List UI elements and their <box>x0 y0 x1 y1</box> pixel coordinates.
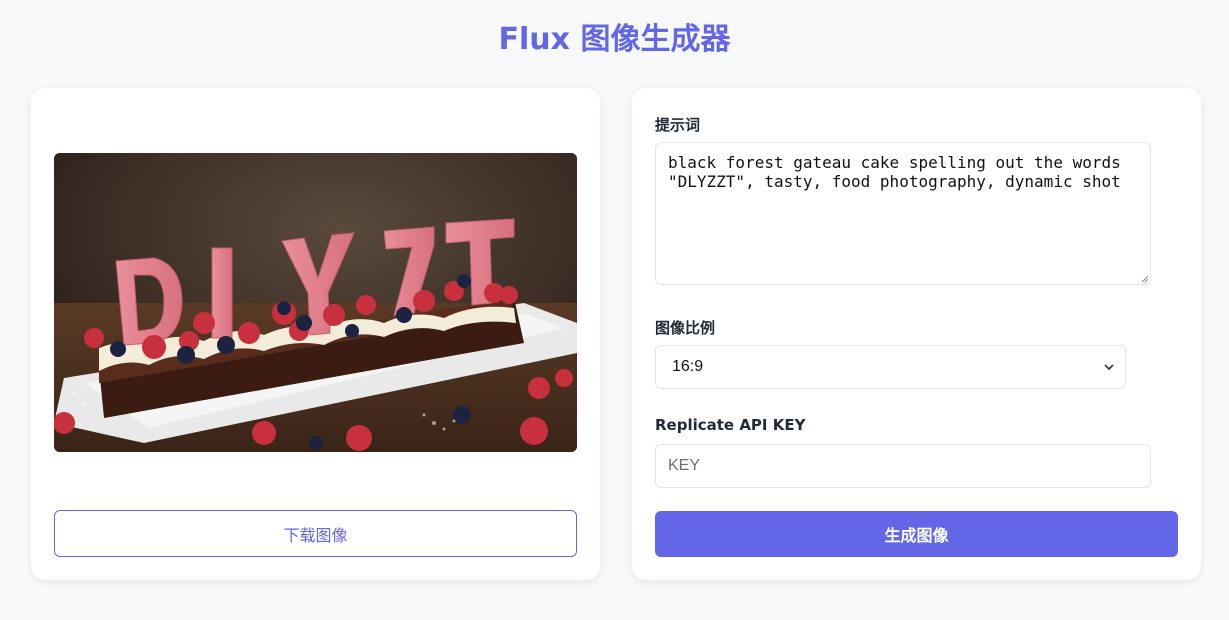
prompt-label: 提示词 <box>655 116 701 134</box>
ratio-label: 图像比例 <box>655 319 716 337</box>
prompt-textarea[interactable] <box>655 142 1151 285</box>
cake-photo <box>54 153 577 452</box>
resize-grip-icon[interactable] <box>1141 275 1149 283</box>
api-key-label: Replicate API KEY <box>655 416 806 434</box>
download-image-button[interactable]: 下载图像 <box>54 510 577 557</box>
chevron-down-icon <box>1104 364 1114 371</box>
page-title: Flux 图像生成器 <box>498 22 731 57</box>
settings-card: 提示词 图像比例 16:9 Replicate API KEY 生成图像 <box>632 88 1201 580</box>
ratio-selected-value: 16:9 <box>672 358 704 375</box>
api-key-input[interactable] <box>655 444 1151 488</box>
image-ratio-select[interactable]: 16:9 <box>655 345 1126 389</box>
generate-image-button[interactable]: 生成图像 <box>655 511 1178 557</box>
generated-image <box>54 153 577 452</box>
image-preview-card: 下载图像 <box>31 88 600 580</box>
